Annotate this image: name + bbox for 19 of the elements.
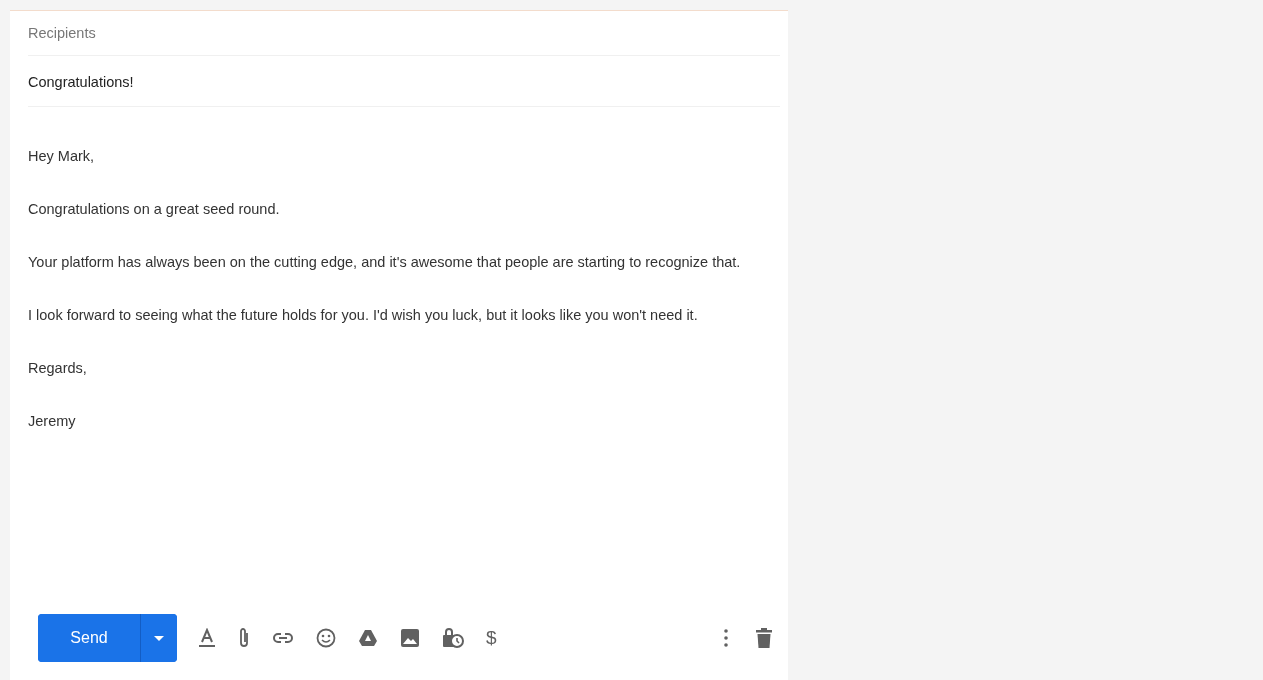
text-format-icon[interactable]: [198, 628, 216, 648]
body-paragraph: Regards,: [28, 359, 88, 378]
drive-icon[interactable]: [358, 629, 378, 647]
recipients-field[interactable]: Recipients: [28, 11, 780, 56]
caret-icon: [154, 635, 164, 641]
body-paragraph: Congratulations on a great seed round.: [28, 200, 281, 219]
lock-clock-icon[interactable]: [442, 627, 464, 649]
money-button[interactable]: $: [486, 627, 497, 649]
body-paragraph: Your platform has always been on the cutting edge, and it's awesome that people are starting to recognize that.: [28, 253, 742, 272]
more-options-icon[interactable]: [724, 629, 728, 647]
body-paragraph: Jeremy: [28, 412, 77, 431]
body-paragraph: Hey Mark,: [28, 147, 96, 166]
trash-icon[interactable]: [756, 628, 772, 648]
image-icon[interactable]: [400, 628, 420, 648]
paperclip-icon[interactable]: [238, 627, 250, 649]
link-icon[interactable]: [272, 632, 294, 644]
smiley-icon[interactable]: [316, 628, 336, 648]
body-paragraph: I look forward to seeing what the future holds for you. I'd wish you luck, but it looks like you won't need it.: [28, 306, 699, 325]
subject-field[interactable]: Congratulations!: [28, 56, 780, 107]
